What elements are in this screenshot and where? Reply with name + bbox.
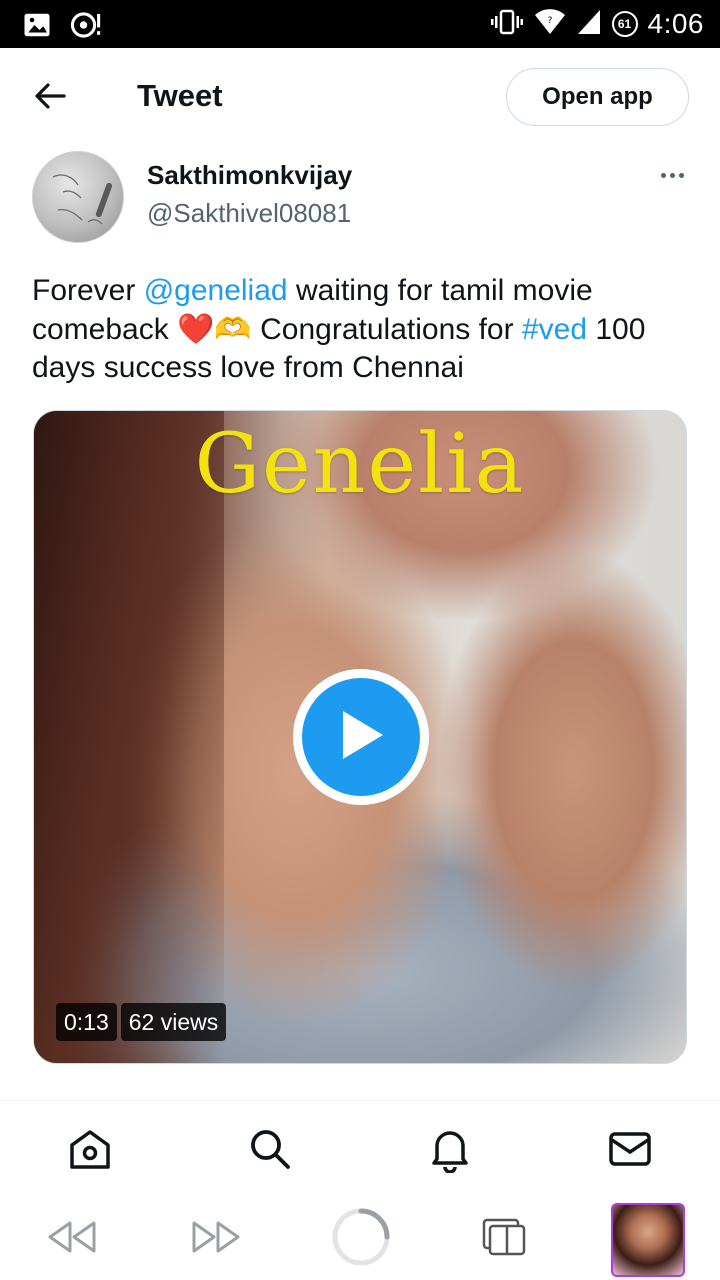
gallery-notification-icon [22,10,52,45]
tab-home[interactable] [66,1127,114,1175]
avatar[interactable] [32,151,124,243]
back-history-button[interactable] [44,1207,100,1271]
emoji: ❤️🫶 [177,312,252,346]
notifications-icon [426,1125,474,1178]
rewind-icon [46,1219,98,1260]
fast-forward-icon [190,1219,242,1260]
tab-notifications[interactable] [426,1127,474,1175]
tab-search[interactable] [246,1127,294,1175]
view-count: 62 views [120,1003,227,1041]
status-time: 4:06 [647,8,704,39]
home-icon [66,1125,114,1178]
media-overlay-title: Genelia [194,417,526,512]
loading-icon [330,1206,392,1273]
search-icon [246,1125,294,1178]
tab-messages[interactable] [606,1127,654,1175]
arrow-left-icon [34,82,66,115]
status-bar: ? 61 4:06 [0,0,720,48]
messages-icon [606,1125,654,1178]
author-display-name[interactable]: Sakthimonkvijay [147,160,352,191]
browser-toolbar [0,1199,720,1280]
video-player[interactable]: Genelia 0:13 62 views [33,410,687,1064]
wifi-icon: ? [534,8,566,41]
svg-text:?: ? [547,16,552,26]
back-button[interactable] [28,76,72,120]
play-icon [335,707,387,768]
open-app-button[interactable]: Open app [506,68,689,126]
battery-indicator: 61 [611,11,638,37]
bottom-tab-bar [0,1101,720,1199]
media-notification-icon [70,10,102,45]
profile-thumbnail[interactable] [611,1203,685,1277]
tabs-icon [480,1216,528,1263]
cell-signal-icon [576,8,602,41]
reload-button[interactable] [330,1207,392,1271]
video-duration: 0:13 [56,1003,117,1041]
mention-link[interactable]: @geneliad [144,274,288,307]
hashtag-link[interactable]: #ved [522,313,587,346]
vibrate-icon [490,8,524,41]
page-title: Tweet [137,78,223,113]
author-handle[interactable]: @Sakthivel08081 [147,198,351,229]
forward-history-button[interactable] [188,1207,244,1271]
tweet-text: Forever @geneliad waiting for tamil movi… [32,274,646,384]
more-horizontal-icon [660,172,666,178]
play-button[interactable] [293,669,429,805]
tabs-button[interactable] [478,1207,530,1271]
more-options-button[interactable] [652,160,692,190]
top-app-bar: Tweet Open app [0,48,720,148]
